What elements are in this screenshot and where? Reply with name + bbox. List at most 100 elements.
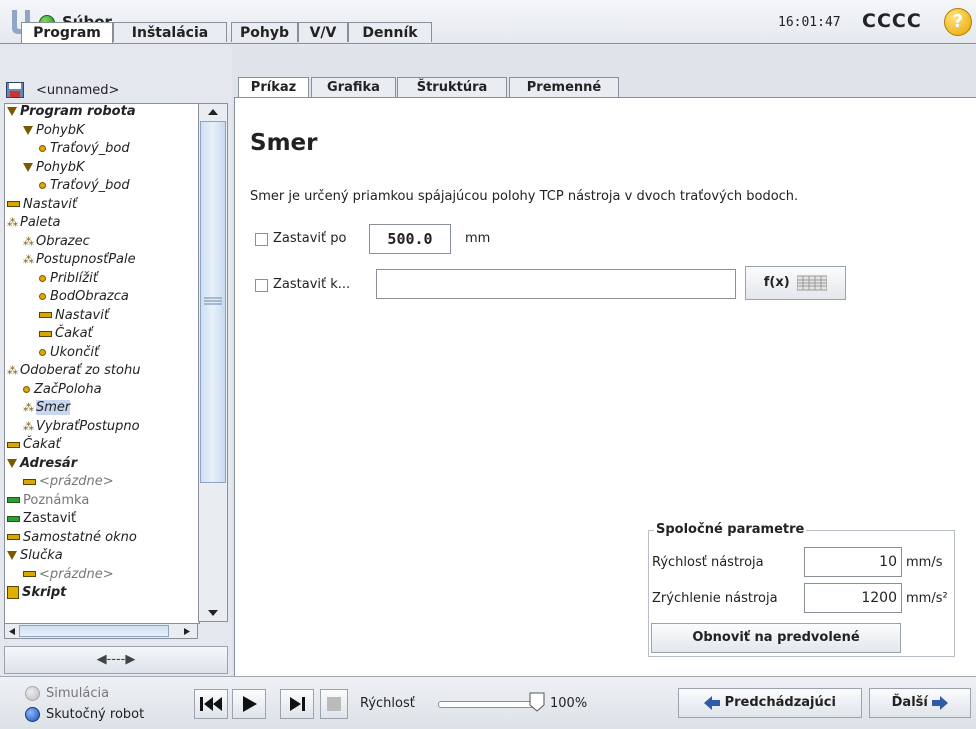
skip-back-button[interactable] <box>194 689 228 719</box>
tree-node[interactable]: Priblížiť <box>39 271 98 286</box>
tree-node-label: Smer <box>36 400 71 415</box>
tree-node[interactable]: ⁂ Smer <box>23 400 71 415</box>
scroll-down-icon[interactable] <box>207 609 219 617</box>
collapse-panel-button[interactable]: ◀----▶ <box>4 646 228 674</box>
page-title: Smer <box>250 130 318 156</box>
common-parameters-title: Spoločné parametre <box>654 522 807 537</box>
tree-node[interactable]: Čakať <box>7 437 61 452</box>
stop-at-checkbox[interactable] <box>255 279 268 292</box>
folder-triangle-icon <box>23 125 33 135</box>
scroll-up-icon[interactable] <box>207 108 219 116</box>
pallet-icon: ⁂ <box>7 216 18 229</box>
description: Smer je určený priamkou spájajúcou poloh… <box>250 189 799 204</box>
folder-triangle-icon <box>7 458 17 468</box>
tree-node-label: Traťový_bod <box>50 141 130 156</box>
pallet-icon: ⁂ <box>23 401 34 414</box>
program-tree[interactable]: Program robota PohybK Traťový_bod PohybK Tra… <box>4 103 200 624</box>
waypoint-icon <box>39 182 46 189</box>
reset-defaults-button[interactable]: Obnoviť na predvolené <box>651 623 901 653</box>
skip-back-icon <box>200 697 222 711</box>
tree-node-label: Slučka <box>20 548 63 563</box>
tree-node[interactable]: Samostatné okno <box>7 530 137 545</box>
tab-graphics[interactable]: Grafika <box>311 77 396 97</box>
tab-log[interactable]: Denník <box>348 22 432 42</box>
tree-horizontal-scrollbar[interactable] <box>4 623 198 639</box>
stop-after-unit: mm <box>465 231 491 246</box>
tree-node[interactable]: BodObrazca <box>39 289 129 304</box>
command-icon <box>7 497 20 503</box>
speed-value: 100% <box>550 696 588 711</box>
tree-node-label: Obrazec <box>36 233 90 249</box>
tree-node[interactable]: Nastaviť <box>39 308 109 323</box>
waypoint-icon <box>39 348 46 356</box>
tab-program[interactable]: Program <box>21 22 113 44</box>
tree-node[interactable]: ⁂ PostupnosťPale <box>23 252 136 267</box>
tree-node[interactable]: Slučka <box>7 548 63 563</box>
tab-command[interactable]: Príkaz <box>238 77 309 98</box>
speed-slider-thumb[interactable] <box>529 692 545 712</box>
tree-node-label: Priblížiť <box>50 270 98 286</box>
tree-node-label: PostupnosťPale <box>36 252 136 267</box>
scroll-left-icon[interactable] <box>8 627 16 636</box>
play-button[interactable] <box>232 689 266 719</box>
simulation-label: Simulácia <box>46 686 110 701</box>
stop-button[interactable] <box>320 689 348 719</box>
step-button[interactable] <box>280 689 314 719</box>
stop-at-expression-input[interactable] <box>376 269 736 299</box>
arrow-right-icon <box>932 695 949 710</box>
expression-editor-button[interactable]: f(x) <box>745 266 846 300</box>
tree-node[interactable]: PohybK <box>23 123 85 138</box>
stop-icon <box>327 697 341 711</box>
tree-node[interactable]: <prázdne> <box>23 567 114 582</box>
command-icon <box>7 515 20 522</box>
tree-node[interactable]: ⁂ Odoberať zo stohu <box>7 363 140 378</box>
stop-after-label: Zastaviť po <box>273 231 347 246</box>
tree-node-label: Nastaviť <box>55 307 109 323</box>
tab-move[interactable]: Pohyb <box>231 22 298 42</box>
tree-node[interactable]: PohybK <box>23 160 85 175</box>
help-icon[interactable]: ? <box>944 8 972 36</box>
waypoint-icon <box>39 145 46 152</box>
tab-io[interactable]: V/V <box>298 22 348 42</box>
play-icon <box>243 696 257 712</box>
tree-node[interactable]: Skript <box>7 585 66 600</box>
tree-node[interactable]: ⁂ VybraťPostupno <box>23 419 140 434</box>
tree-node[interactable]: Traťový_bod <box>39 178 130 193</box>
stop-after-checkbox[interactable] <box>255 233 268 246</box>
scroll-right-icon[interactable] <box>183 627 191 636</box>
tree-node[interactable]: <prázdne> <box>23 474 114 489</box>
tree-node[interactable]: Ukončiť <box>39 345 99 360</box>
tab-installation[interactable]: Inštalácia <box>113 22 227 42</box>
simulation-radio[interactable] <box>25 686 40 701</box>
tool-speed-input[interactable]: 10 <box>804 547 902 577</box>
tree-node[interactable]: Traťový_bod <box>39 141 130 156</box>
real-robot-radio[interactable] <box>25 707 40 722</box>
save-program-icon[interactable] <box>6 82 24 98</box>
tree-node[interactable]: Zastaviť <box>7 511 76 526</box>
tree-node[interactable]: ⁂ Obrazec <box>23 234 90 249</box>
arrow-left-icon <box>704 695 721 710</box>
tool-speed-label: Rýchlosť nástroja <box>652 555 764 570</box>
tree-hscroll-thumb[interactable] <box>19 625 169 637</box>
tree-node[interactable]: ⁂ Paleta <box>7 215 60 230</box>
tree-node[interactable]: Nastaviť <box>7 197 77 212</box>
tree-node-label: Poznámka <box>23 492 90 508</box>
command-icon <box>39 312 52 318</box>
tree-node-label: Adresár <box>20 455 78 471</box>
tree-scroll-thumb[interactable] <box>200 121 226 483</box>
tool-acceleration-input[interactable]: 1200 <box>804 583 902 613</box>
tree-node[interactable]: Program robota <box>7 104 136 119</box>
tree-node[interactable]: Adresár <box>7 456 77 471</box>
next-button[interactable]: Ďalší <box>869 688 971 718</box>
stop-after-input[interactable]: 500.0 <box>369 224 451 254</box>
previous-button[interactable]: Predchádzajúci <box>678 688 862 718</box>
tab-variables[interactable]: Premenné <box>509 77 619 97</box>
speed-slider-track[interactable] <box>438 701 543 708</box>
real-robot-label: Skutočný robot <box>46 707 145 722</box>
tree-node[interactable]: Čakať <box>39 326 93 341</box>
tree-node[interactable]: Poznámka <box>7 493 89 508</box>
tab-structure[interactable]: Štruktúra <box>397 77 507 97</box>
tree-node-label: BodObrazca <box>50 289 129 304</box>
tree-node-label: Program robota <box>20 104 136 119</box>
tree-node[interactable]: ZačPoloha <box>23 382 102 397</box>
